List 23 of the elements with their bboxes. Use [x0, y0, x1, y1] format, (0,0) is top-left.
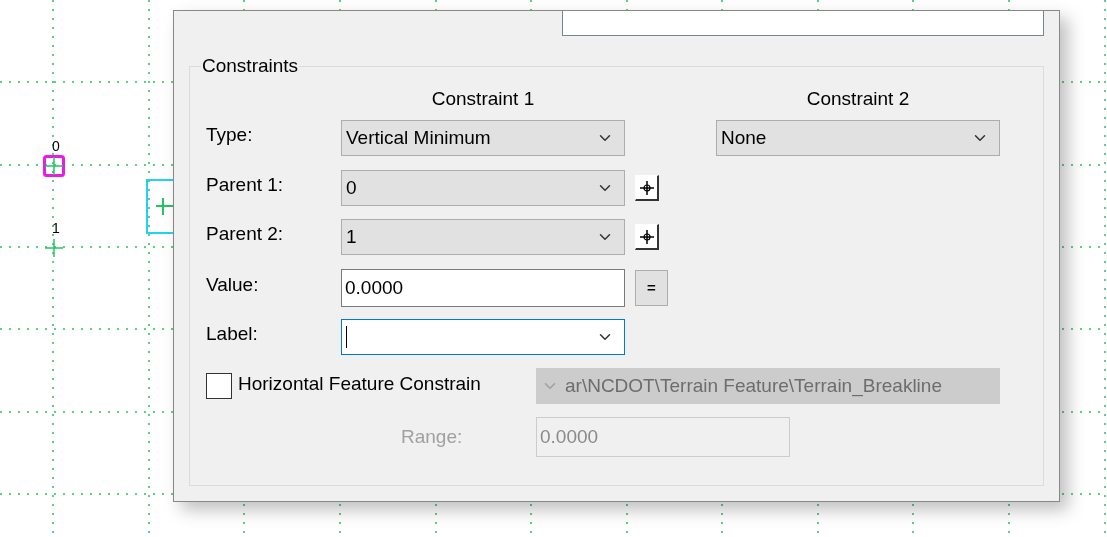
crosshair-icon [639, 229, 654, 244]
field-label: Parent 1: [206, 172, 285, 197]
pick-point-button[interactable] [635, 224, 659, 250]
value-field[interactable]: 0.0000 [341, 269, 625, 307]
pick-point-button[interactable] [635, 175, 659, 201]
field-label: Label: [206, 321, 259, 346]
selected-point-icon[interactable] [43, 155, 65, 177]
checkbox-label: Horizontal Feature Constrain [238, 371, 482, 396]
label-dropdown[interactable] [341, 319, 625, 355]
crosshair-icon [639, 180, 654, 195]
type-dropdown[interactable]: None [716, 120, 1000, 156]
field-label: Parent 2: [206, 221, 285, 246]
column-heading: Constraint 1 [430, 86, 536, 111]
field-label: Value: [206, 272, 260, 297]
type-dropdown[interactable]: Vertical Minimum [341, 120, 625, 156]
column-heading: Constraint 2 [805, 86, 911, 111]
equals-button[interactable]: = [635, 270, 668, 306]
point-label: 1 [52, 221, 60, 235]
parent-dropdown[interactable]: 1 [341, 219, 625, 255]
point-label: 0 [52, 139, 60, 153]
field-label: Range: [401, 424, 464, 449]
parent-dropdown[interactable]: 0 [341, 170, 625, 206]
field-label: Type: [206, 122, 254, 147]
